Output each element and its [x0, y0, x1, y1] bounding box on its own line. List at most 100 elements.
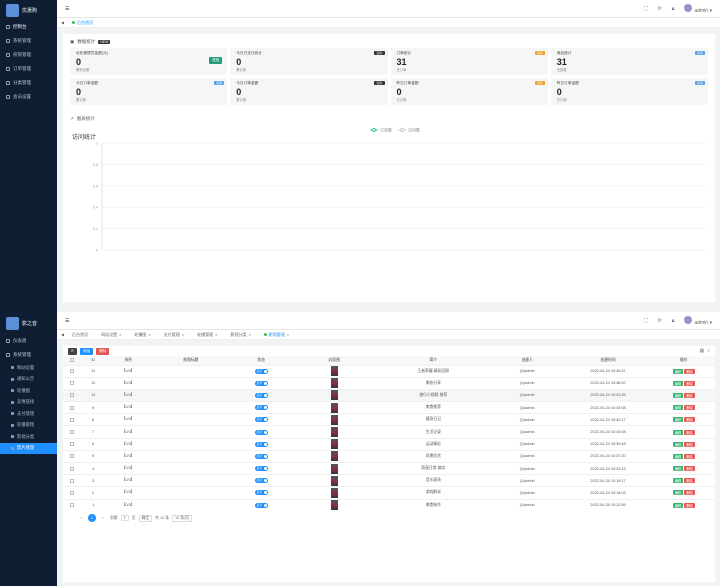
tab-close-icon[interactable]: × — [287, 332, 289, 337]
delete-button[interactable]: 删除 — [684, 441, 695, 447]
brand[interactable]: 优惠购 — [0, 0, 57, 20]
status-toggle[interactable]: 显示 — [254, 502, 268, 508]
refresh-icon[interactable]: ⟳ — [658, 6, 662, 12]
refresh-icon[interactable]: ⟳ — [658, 318, 662, 324]
checkbox[interactable] — [70, 442, 75, 447]
tab-close-icon[interactable]: × — [148, 332, 150, 337]
fullscreen-icon[interactable]: ⛶ — [644, 318, 648, 324]
tab-prev-icon[interactable]: ◀ — [61, 332, 64, 337]
delete-button[interactable]: 删除 — [684, 502, 695, 508]
cover-thumbnail[interactable] — [330, 475, 338, 486]
delete-button[interactable]: 删除 — [684, 466, 695, 472]
delete-button[interactable]: 删除 — [684, 417, 695, 423]
edit-button[interactable]: 编辑 — [672, 417, 684, 423]
tab-close-icon[interactable]: × — [248, 332, 250, 337]
edit-button[interactable]: 编辑 — [672, 429, 684, 435]
status-toggle[interactable]: 显示 — [254, 490, 268, 496]
user-menu[interactable]: admin ▾ — [684, 3, 712, 14]
row-select[interactable] — [63, 425, 82, 439]
submenu-item[interactable]: 通知公告 — [0, 374, 57, 386]
status-toggle[interactable]: 显示 — [254, 429, 268, 435]
checkbox[interactable] — [70, 454, 75, 459]
status-toggle[interactable]: 显示 — [254, 441, 268, 447]
sidebar-item[interactable]: 系统管理 — [0, 34, 57, 48]
edit-button[interactable]: 编辑 — [672, 490, 684, 496]
sidebar-item[interactable]: 会员设置 — [0, 90, 57, 104]
cover-thumbnail[interactable] — [330, 463, 338, 474]
cover-thumbnail[interactable] — [330, 366, 338, 377]
tab-item[interactable]: 轮播管理 × — [192, 331, 222, 339]
sidebar-item[interactable]: 订单管理 — [0, 62, 57, 76]
tab-item[interactable]: 轮播图 × — [129, 331, 155, 339]
cover-thumbnail[interactable] — [330, 439, 338, 450]
sidebar-item[interactable]: 分类管理 — [0, 76, 57, 90]
cover-thumbnail[interactable] — [330, 378, 338, 389]
checkbox[interactable] — [70, 369, 75, 374]
next-page-icon[interactable]: › — [99, 514, 107, 522]
row-select[interactable] — [63, 486, 82, 500]
submenu-item[interactable]: 影视分类 — [0, 431, 57, 443]
edit-button[interactable]: 编辑 — [672, 392, 684, 398]
cover-thumbnail[interactable] — [330, 500, 338, 511]
select-all[interactable] — [63, 356, 82, 365]
checkbox[interactable] — [70, 503, 75, 508]
tab-item[interactable]: 支付管理 × — [159, 331, 189, 339]
tab-close-icon[interactable]: × — [182, 332, 184, 337]
tab-close-icon[interactable]: × — [119, 332, 121, 337]
brand[interactable]: 影之音 — [0, 312, 57, 334]
status-toggle[interactable]: 显示 — [254, 478, 268, 484]
cover-thumbnail[interactable] — [330, 402, 338, 413]
cover-thumbnail[interactable] — [330, 390, 338, 401]
status-toggle[interactable]: 显示 — [254, 392, 268, 398]
delete-button[interactable]: 删除 — [684, 490, 695, 496]
edit-button[interactable]: 编辑 — [672, 441, 684, 447]
edit-button[interactable]: 编辑 — [672, 405, 684, 411]
edit-button[interactable]: 编辑 — [672, 380, 684, 386]
delete-button[interactable]: 删除 — [684, 478, 695, 484]
prev-page-icon[interactable]: ‹ — [77, 514, 85, 522]
goto-button[interactable]: 确定 — [138, 514, 153, 522]
checkbox[interactable] — [70, 393, 75, 398]
row-select[interactable] — [63, 364, 82, 378]
menu-toggle-icon[interactable]: ☰ — [65, 318, 69, 324]
submenu-item[interactable]: 影片管理 — [0, 442, 57, 454]
row-select[interactable] — [63, 413, 82, 426]
tab-prev-icon[interactable]: ◀ — [61, 20, 64, 25]
per-page-select[interactable]: 10 条/页 — [172, 514, 192, 522]
search-icon[interactable]: ⌕ — [707, 348, 710, 354]
row-select[interactable] — [63, 401, 82, 414]
row-select[interactable] — [63, 498, 82, 512]
delete-button[interactable]: 删除 — [96, 347, 110, 355]
cover-thumbnail[interactable] — [330, 487, 338, 498]
checkbox[interactable] — [70, 381, 75, 386]
cover-thumbnail[interactable] — [330, 414, 338, 425]
add-button[interactable]: 添加 — [80, 347, 94, 355]
delete-button[interactable]: 删除 — [684, 368, 695, 374]
sidebar-item[interactable]: 控制台 — [0, 20, 57, 34]
columns-icon[interactable]: ▦ — [699, 348, 704, 354]
page-current[interactable]: 1 — [88, 514, 96, 523]
submenu-item[interactable]: 轮播图 — [0, 385, 57, 397]
tab-close-icon[interactable]: × — [215, 332, 217, 337]
checkbox[interactable] — [70, 405, 75, 410]
tab-item[interactable]: 影视管理 × — [259, 331, 294, 339]
row-select[interactable] — [63, 376, 82, 390]
delete-button[interactable]: 删除 — [684, 392, 695, 398]
status-toggle[interactable]: 显示 — [254, 380, 268, 386]
delete-button[interactable]: 删除 — [684, 380, 695, 386]
cover-thumbnail[interactable] — [330, 427, 338, 438]
tab-item[interactable]: 影视分类 × — [225, 331, 255, 339]
submenu-item[interactable]: 友情链接 — [0, 397, 57, 409]
edit-button[interactable]: 编辑 — [672, 466, 684, 472]
tab-item[interactable]: 后台首页 — [67, 331, 93, 339]
edit-button[interactable]: 编辑 — [672, 502, 684, 508]
status-toggle[interactable]: 显示 — [254, 368, 268, 374]
row-select[interactable] — [63, 388, 82, 402]
sidebar-item[interactable]: 仪表盘 — [0, 334, 57, 348]
cover-thumbnail[interactable] — [330, 451, 338, 462]
sidebar-item[interactable]: 系统管理 — [0, 348, 57, 362]
row-select[interactable] — [63, 449, 82, 463]
edit-button[interactable]: 编辑 — [672, 478, 684, 484]
checkbox[interactable] — [70, 466, 75, 471]
submenu-item[interactable]: 支付管理 — [0, 408, 57, 420]
